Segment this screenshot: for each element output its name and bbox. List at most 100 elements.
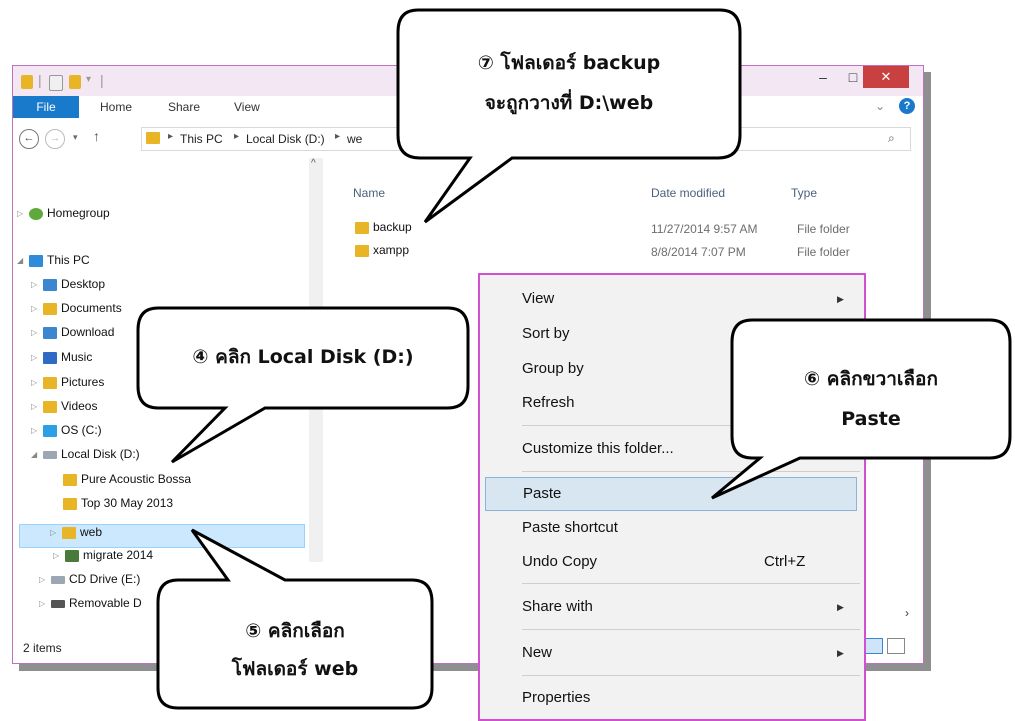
file-name: backup — [373, 220, 412, 234]
nav-item-removable[interactable]: ▷ Removable D — [39, 596, 142, 620]
scroll-up-icon[interactable]: ^ — [311, 158, 316, 169]
nav-label: Homegroup — [47, 206, 110, 220]
close-button[interactable]: ✕ — [863, 66, 909, 88]
up-icon[interactable]: ↑ — [93, 128, 100, 144]
windows-drive-icon — [43, 424, 57, 437]
new-folder-icon[interactable] — [69, 75, 81, 89]
chevron-right-icon[interactable]: ▸ — [335, 131, 340, 142]
expand-icon[interactable]: ▷ — [39, 575, 49, 584]
nav-label: CD Drive (E:) — [69, 572, 141, 586]
chevron-right-icon[interactable]: ▸ — [234, 131, 239, 142]
collapse-icon[interactable]: ◢ — [17, 256, 27, 265]
tab-view[interactable]: View — [234, 100, 260, 114]
nav-item-downloads[interactable]: ▷ Download — [31, 325, 114, 349]
nav-label: Local Disk (D:) — [61, 447, 140, 461]
menu-item-sort-by[interactable]: Sort by — [480, 318, 864, 350]
menu-item-properties[interactable]: Properties — [480, 682, 864, 714]
column-type[interactable]: Type — [791, 186, 817, 200]
menu-label: Sort by — [522, 325, 570, 342]
forward-icon[interactable]: → — [45, 129, 65, 149]
menu-item-share-with[interactable]: Share with ▶ — [480, 591, 864, 623]
back-icon[interactable]: ← — [19, 129, 39, 149]
recent-locations-icon[interactable]: ▾ — [73, 132, 78, 143]
menu-shortcut: Ctrl+Z — [764, 553, 806, 570]
tab-file[interactable]: File — [13, 96, 79, 118]
customize-quick-access-icon[interactable]: ▾ — [86, 74, 91, 85]
search-icon[interactable]: ⌕ — [888, 131, 895, 146]
expand-icon[interactable]: ▷ — [31, 378, 41, 387]
nav-this-pc[interactable]: ◢ This PC — [17, 253, 90, 277]
nav-item-cd-drive[interactable]: ▷ CD Drive (E:) — [39, 572, 140, 596]
column-date-modified[interactable]: Date modified — [651, 186, 725, 200]
nav-item-local-disk-d[interactable]: ◢ Local Disk (D:) — [31, 447, 140, 471]
menu-item-new[interactable]: New ▶ — [480, 637, 864, 669]
nav-item-pure-acoustic-bossa[interactable]: Pure Acoustic Bossa — [61, 472, 191, 496]
expand-icon[interactable]: ▷ — [31, 353, 41, 362]
menu-item-customize[interactable]: Customize this folder... — [480, 433, 864, 465]
file-date: 11/27/2014 9:57 AM — [651, 222, 758, 236]
nav-label: Videos — [61, 399, 98, 413]
menu-item-paste-shortcut[interactable]: Paste shortcut — [480, 512, 864, 544]
menu-item-view[interactable]: View ▶ — [480, 283, 864, 315]
computer-icon — [29, 254, 43, 267]
pictures-icon — [43, 376, 57, 389]
submenu-arrow-icon: ▶ — [837, 294, 844, 304]
expand-icon[interactable]: ▷ — [17, 209, 27, 218]
nav-item-os-c[interactable]: ▷ OS (C:) — [31, 423, 102, 447]
callout-5-line1: ⑤ คลิกเลือก — [245, 620, 345, 642]
file-row-backup[interactable]: backup — [353, 220, 412, 242]
address-bar[interactable]: ▸ This PC ▸ Local Disk (D:) ▸ we — [141, 127, 673, 151]
nav-item-pictures[interactable]: ▷ Pictures — [31, 375, 104, 399]
expand-icon[interactable]: ▷ — [31, 402, 41, 411]
large-icons-view-icon[interactable] — [887, 638, 905, 654]
folder-icon — [355, 244, 369, 257]
file-row-xampp[interactable]: xampp — [353, 243, 409, 265]
expand-icon[interactable]: ▷ — [31, 280, 41, 289]
search-input[interactable]: o ⌕ — [685, 127, 911, 151]
menu-item-undo-copy[interactable]: Undo Copy Ctrl+Z — [480, 546, 864, 578]
cd-drive-icon — [51, 575, 65, 584]
nav-label: Removable D — [69, 596, 142, 610]
help-icon[interactable]: ? — [899, 98, 915, 114]
breadcrumb-local-disk[interactable]: Local Disk (D:) — [246, 132, 325, 146]
homegroup-icon — [29, 207, 43, 220]
ribbon-expand-icon[interactable]: ⌄ — [875, 99, 885, 113]
desktop-icon — [43, 278, 57, 291]
nav-label: Desktop — [61, 277, 106, 291]
nav-label: OS (C:) — [61, 423, 102, 437]
properties-icon[interactable] — [49, 75, 63, 91]
expand-icon[interactable]: ▷ — [31, 426, 41, 435]
collapse-icon[interactable]: ◢ — [31, 450, 41, 459]
nav-item-music[interactable]: ▷ Music — [31, 350, 92, 374]
nav-item-desktop[interactable]: ▷ Desktop — [31, 277, 105, 301]
nav-item-top-30[interactable]: Top 30 May 2013 — [61, 496, 173, 520]
breadcrumb-this-pc[interactable]: This PC — [180, 132, 223, 146]
file-name: xampp — [373, 243, 410, 257]
folder-icon — [63, 473, 77, 486]
nav-item-web[interactable]: ▷ web — [19, 524, 305, 548]
nav-item-migrate-2014[interactable]: ▷ migrate 2014 — [53, 548, 153, 572]
nav-item-videos[interactable]: ▷ Videos — [31, 399, 97, 423]
expand-icon[interactable]: ▷ — [50, 528, 60, 537]
tab-home[interactable]: Home — [100, 100, 132, 114]
tab-share[interactable]: Share — [168, 100, 200, 114]
file-date: 8/8/2014 7:07 PM — [651, 245, 746, 259]
menu-item-paste[interactable]: Paste — [485, 477, 857, 511]
expand-icon[interactable]: ▷ — [53, 551, 63, 560]
folder-icon — [63, 497, 77, 510]
chevron-right-icon[interactable]: ▸ — [168, 131, 173, 142]
details-view-icon[interactable] — [865, 638, 883, 654]
nav-label: Documents — [61, 301, 122, 315]
menu-label: Paste — [523, 485, 562, 502]
nav-item-documents[interactable]: ▷ Documents — [31, 301, 122, 325]
expand-icon[interactable]: ▷ — [31, 304, 41, 313]
scroll-right-icon[interactable]: › — [905, 606, 909, 620]
breadcrumb-web[interactable]: we — [347, 132, 362, 146]
nav-homegroup[interactable]: ▷ Homegroup — [17, 206, 110, 230]
menu-separator — [522, 471, 860, 472]
file-type: File folder — [797, 245, 850, 259]
column-name[interactable]: Name — [353, 186, 385, 200]
expand-icon[interactable]: ▷ — [31, 328, 41, 337]
books-icon — [65, 549, 79, 562]
expand-icon[interactable]: ▷ — [39, 599, 49, 608]
